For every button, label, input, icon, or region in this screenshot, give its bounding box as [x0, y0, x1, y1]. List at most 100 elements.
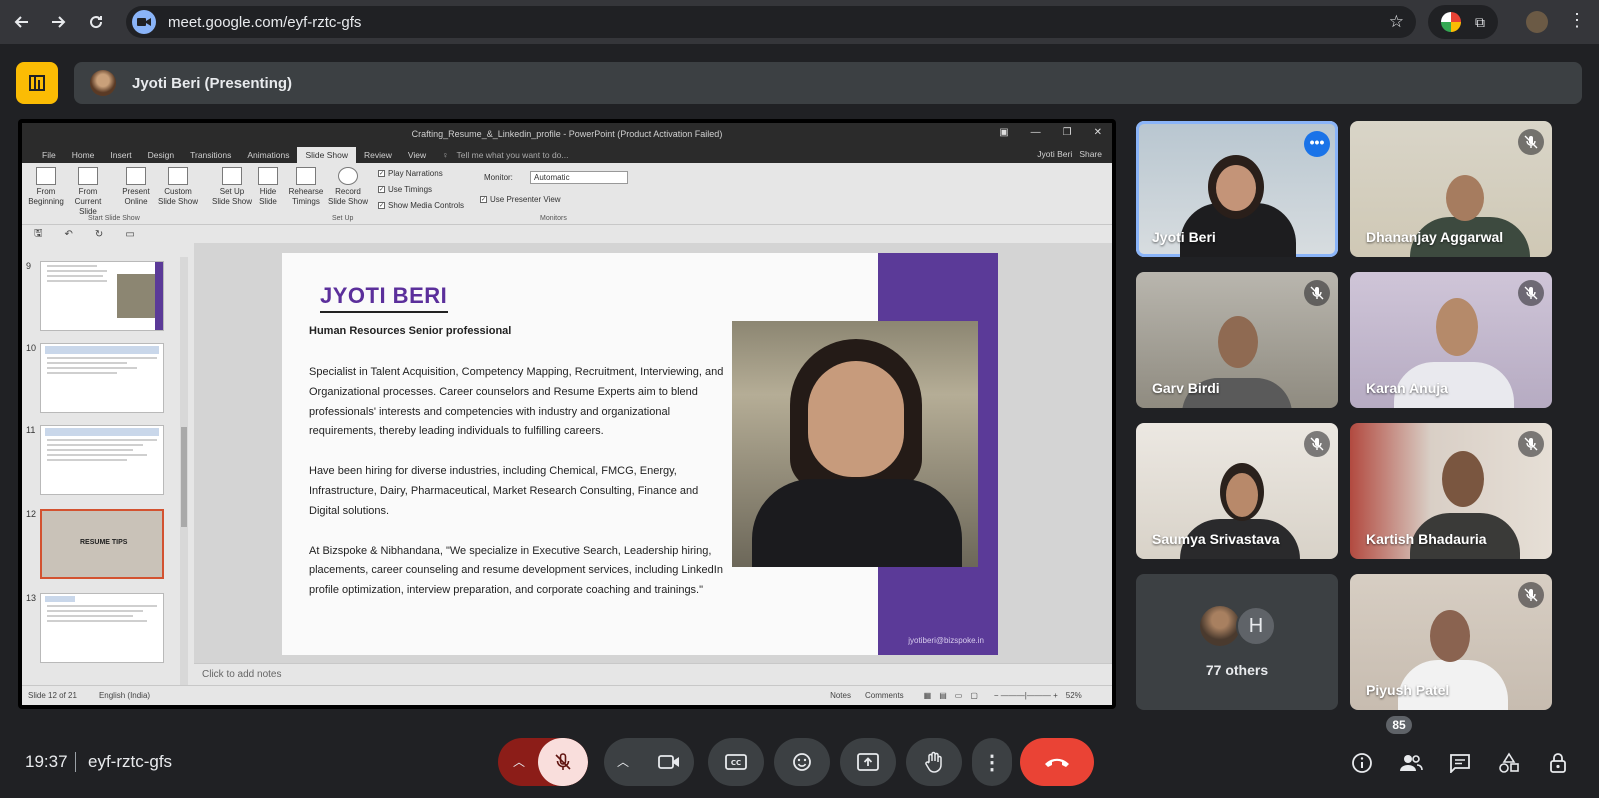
mic-off-icon	[1518, 431, 1544, 457]
language-indicator[interactable]: English (India)	[99, 691, 150, 700]
presentation-stage: Crafting_Resume_&_Linkedin_profile - Pow…	[18, 119, 1116, 709]
participant-tile[interactable]: Saumya Srivastava	[1136, 423, 1338, 559]
use-timings-checkbox[interactable]: ✓ Use Timings	[378, 185, 432, 194]
host-controls-button[interactable]	[1545, 750, 1571, 776]
hide-slide-icon	[258, 167, 278, 185]
minimize-icon[interactable]: —	[1031, 127, 1041, 138]
monitor-label: Monitor:	[484, 173, 513, 182]
tab-slide-show[interactable]: Slide Show	[297, 147, 356, 163]
mic-toggle-button[interactable]	[538, 738, 588, 786]
address-bar[interactable]: meet.google.com/eyf-rztc-gfs ☆	[126, 6, 1416, 38]
thumbnail-slide-9[interactable]	[40, 261, 164, 331]
chat-icon	[1450, 754, 1470, 773]
audio-options-caret-icon[interactable]: ︿	[513, 753, 525, 770]
bookmark-star-icon[interactable]: ☆	[1389, 12, 1404, 32]
ribbon-display-icon[interactable]: ▣	[999, 127, 1008, 138]
comments-toggle[interactable]: Comments	[865, 691, 904, 700]
meeting-details-button[interactable]	[1349, 750, 1375, 776]
thumb-label: RESUME TIPS	[80, 539, 128, 546]
rehearse-button[interactable]: Rehearse Timings	[284, 167, 328, 207]
restore-icon[interactable]: ❐	[1063, 127, 1072, 138]
reload-icon[interactable]	[78, 4, 114, 40]
notes-pane[interactable]: Click to add notes	[194, 663, 1112, 685]
tell-me-box[interactable]: Tell me what you want to do...	[457, 150, 577, 163]
hide-slide-button[interactable]: Hide Slide	[250, 167, 286, 207]
zoom-slider[interactable]: − ———|——— +	[994, 691, 1058, 700]
show-media-checkbox[interactable]: ✓ Show Media Controls	[378, 201, 464, 210]
zoom-level[interactable]: 52%	[1066, 691, 1082, 700]
more-options-icon[interactable]: •••	[1304, 131, 1330, 157]
profile-avatar[interactable]	[1526, 11, 1548, 33]
back-icon[interactable]	[4, 4, 40, 40]
leave-call-button[interactable]	[1020, 738, 1094, 786]
share-button[interactable]: Share	[1079, 149, 1102, 159]
tab-design[interactable]: Design	[140, 150, 182, 163]
participant-tile[interactable]: Kartish Bhadauria	[1350, 423, 1552, 559]
more-options-button[interactable]: ⋮	[972, 738, 1012, 786]
current-slide: JYOTI BERI Human Resources Senior profes…	[282, 253, 998, 655]
notes-toggle[interactable]: Notes	[830, 691, 851, 700]
activities-button[interactable]	[1496, 750, 1522, 776]
thumbnail-slide-11[interactable]	[40, 425, 164, 495]
reactions-button[interactable]	[774, 738, 830, 786]
participant-tile[interactable]: Dhananjay Aggarwal	[1350, 121, 1552, 257]
participant-tile[interactable]: ••• Jyoti Beri	[1136, 121, 1338, 257]
save-icon[interactable]: 🖫	[34, 226, 43, 243]
browser-menu-icon[interactable]: ⋮	[1568, 10, 1586, 31]
view-buttons[interactable]: ▦▤▭▢	[924, 691, 986, 700]
video-options-caret-icon[interactable]: ︿	[617, 753, 629, 770]
participant-tile[interactable]: Garv Birdi	[1136, 272, 1338, 408]
ppt-status-bar: Slide 12 of 21 English (India) Notes Com…	[22, 685, 1112, 705]
present-online-button[interactable]: Present Online	[114, 167, 158, 207]
close-icon[interactable]: ✕	[1094, 127, 1102, 138]
meet-companion-logo-icon[interactable]	[16, 62, 58, 104]
record-button[interactable]: Record Slide Show	[326, 167, 370, 207]
captions-button[interactable]: CC	[708, 738, 764, 786]
from-current-icon	[78, 167, 98, 185]
meet-site-icon[interactable]	[132, 10, 156, 34]
start-presentation-icon[interactable]: ▭	[125, 229, 134, 240]
participant-tile[interactable]: Piyush Patel	[1350, 574, 1552, 710]
from-current-button[interactable]: From Current Slide	[66, 167, 110, 217]
from-beginning-button[interactable]: From Beginning	[24, 167, 68, 207]
redo-icon[interactable]: ↻	[95, 229, 103, 240]
tab-transitions[interactable]: Transitions	[182, 150, 239, 163]
mic-off-icon	[1304, 280, 1330, 306]
play-narrations-checkbox[interactable]: ✓ Play Narrations	[378, 169, 443, 178]
tab-animations[interactable]: Animations	[239, 150, 297, 163]
raise-hand-icon	[925, 751, 942, 773]
monitor-select[interactable]: Automatic	[530, 171, 628, 184]
ppt-user-name[interactable]: Jyoti Beri	[1037, 149, 1072, 159]
thumbnail-slide-13[interactable]	[40, 593, 164, 663]
camera-toggle-button[interactable]	[644, 738, 694, 786]
meeting-code[interactable]: eyf-rztc-gfs	[88, 752, 172, 772]
present-button[interactable]	[840, 738, 896, 786]
puzzle-icon[interactable]: ⧉	[1475, 14, 1485, 31]
forward-icon[interactable]	[40, 4, 76, 40]
thumbnail-slide-12[interactable]: RESUME TIPS	[40, 509, 164, 579]
presenter-view-checkbox[interactable]: ✓ Use Presenter View	[480, 195, 561, 204]
others-tile[interactable]: H 77 others	[1136, 574, 1338, 710]
tab-review[interactable]: Review	[356, 150, 400, 163]
thumbnail-scrollbar[interactable]	[180, 257, 188, 685]
participant-tile[interactable]: Karan Anuja	[1350, 272, 1552, 408]
tab-home[interactable]: Home	[64, 150, 103, 163]
people-icon	[1400, 755, 1423, 771]
more-vert-icon: ⋮	[982, 751, 1002, 774]
ppt-window-title: Crafting_Resume_&_Linkedin_profile - Pow…	[411, 129, 723, 139]
setup-show-button[interactable]: Set Up Slide Show	[210, 167, 254, 207]
chat-button[interactable]	[1447, 750, 1473, 776]
thumbnail-slide-10[interactable]	[40, 343, 164, 413]
tab-view[interactable]: View	[400, 150, 434, 163]
lightbulb-icon: ♀	[442, 150, 449, 160]
tab-file[interactable]: File	[34, 150, 64, 163]
custom-show-button[interactable]: Custom Slide Show	[156, 167, 200, 207]
browser-toolbar: meet.google.com/eyf-rztc-gfs ☆ ⧉ ⋮	[0, 0, 1599, 44]
url-text[interactable]: meet.google.com/eyf-rztc-gfs	[168, 14, 361, 31]
undo-icon[interactable]: ↶	[65, 229, 73, 240]
extension-icon[interactable]	[1441, 12, 1461, 32]
tab-insert[interactable]: Insert	[102, 150, 139, 163]
captions-icon: CC	[725, 754, 747, 770]
people-button[interactable]	[1398, 750, 1424, 776]
raise-hand-button[interactable]	[906, 738, 962, 786]
